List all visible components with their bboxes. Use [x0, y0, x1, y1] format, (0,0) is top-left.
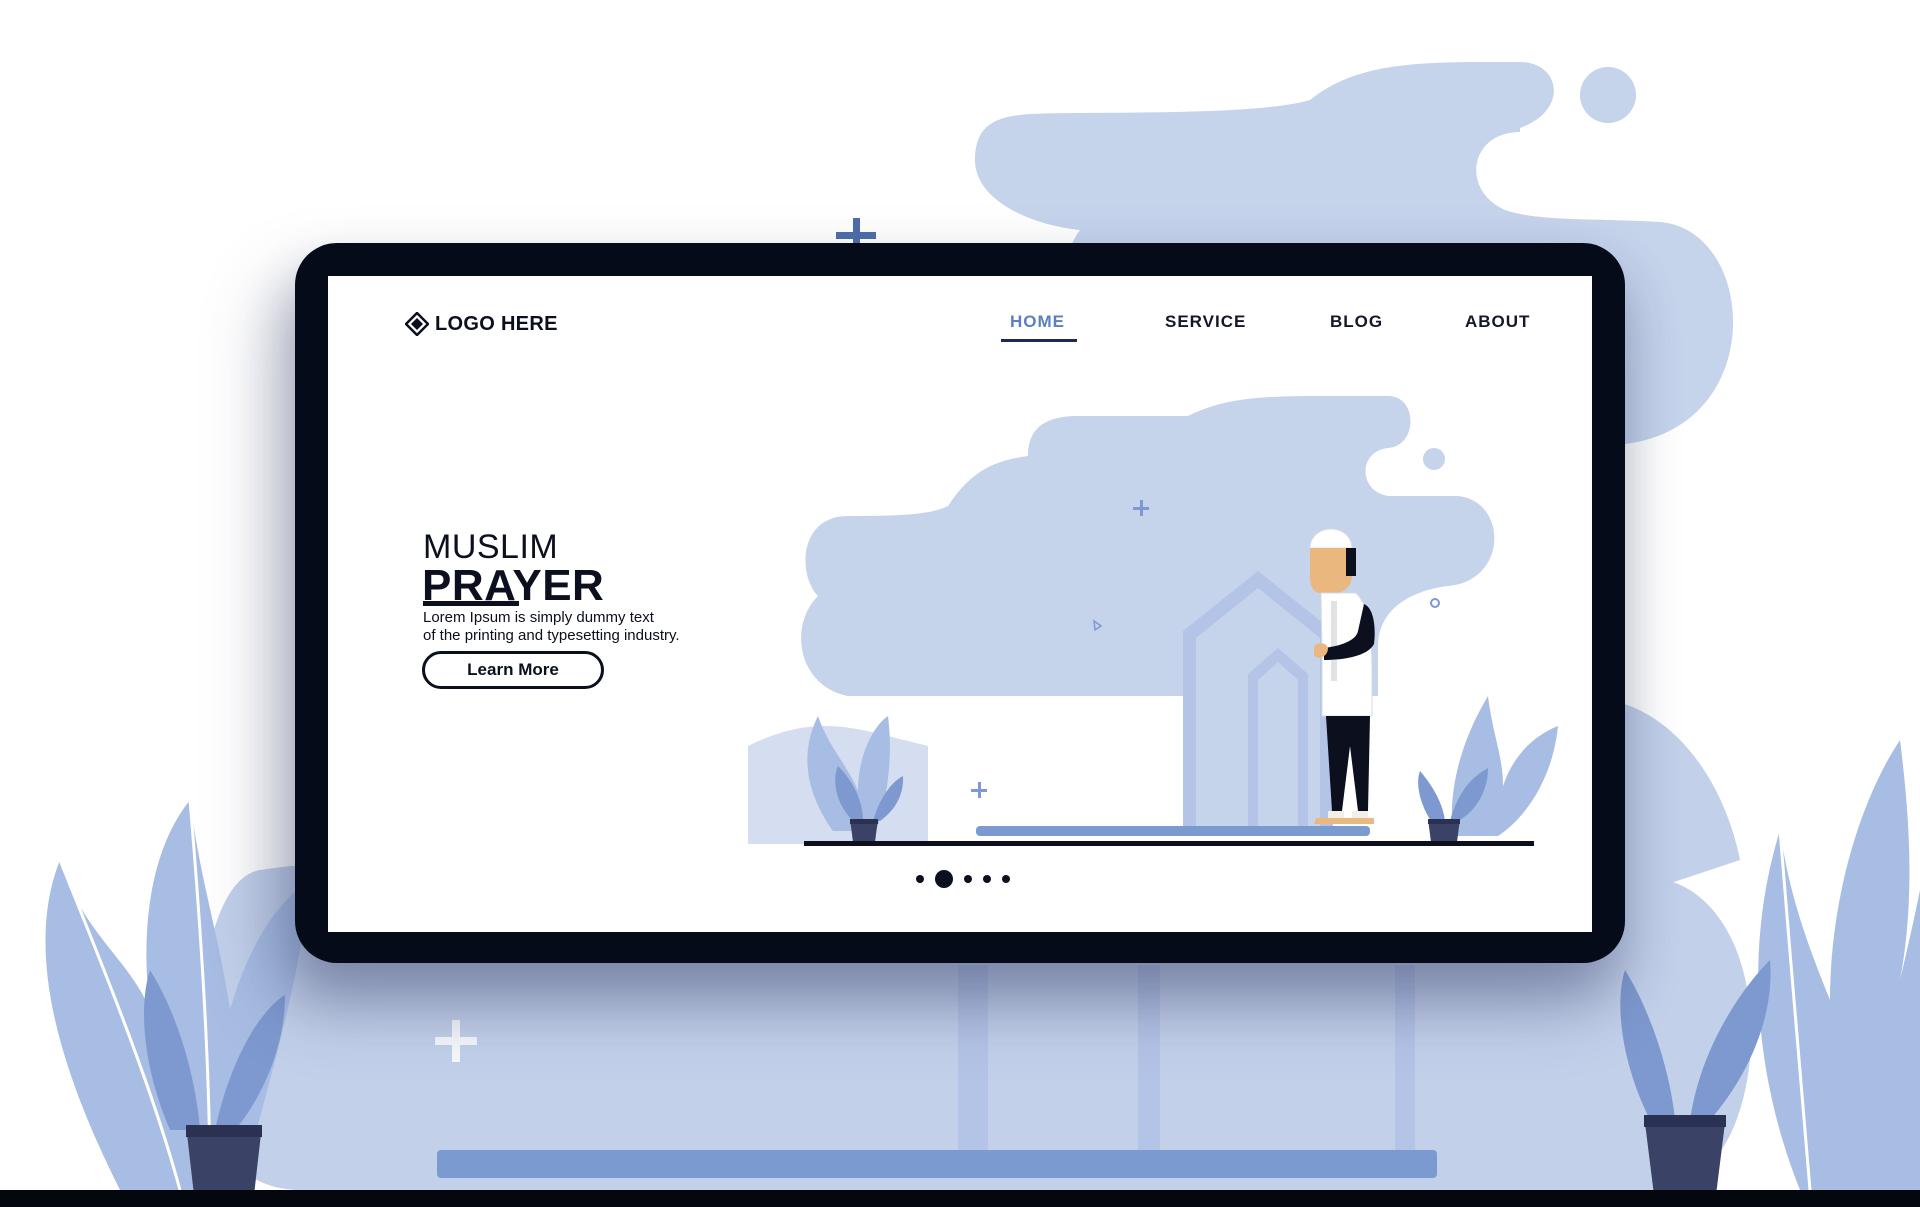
- device-frame: LOGO HERE HOME SERVICE BLOG ABOUT MUSLIM…: [295, 243, 1625, 963]
- bottom-edge-bar: [0, 1190, 1920, 1207]
- scene-ring-decoration: [1430, 598, 1440, 608]
- carousel-dot-3[interactable]: [964, 875, 972, 883]
- scene-right-plant: [1418, 696, 1558, 842]
- landing-page-screen: LOGO HERE HOME SERVICE BLOG ABOUT MUSLIM…: [328, 276, 1592, 932]
- prayer-illustration: [748, 396, 1558, 846]
- ground-line: [804, 841, 1534, 846]
- carousel-dots: [916, 870, 1010, 888]
- carousel-dot-1[interactable]: [916, 875, 924, 883]
- carousel-dot-5[interactable]: [1002, 875, 1010, 883]
- carousel-dot-2-active[interactable]: [935, 870, 953, 888]
- prayer-mat: [976, 826, 1370, 836]
- carousel-dot-4[interactable]: [983, 875, 991, 883]
